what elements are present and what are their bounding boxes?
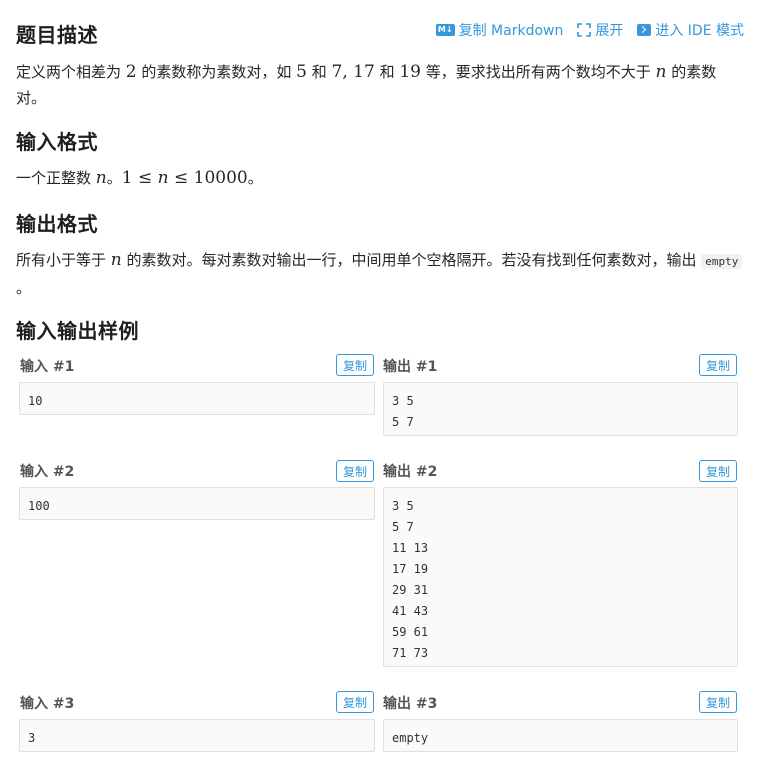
sample-output-box[interactable]: 3 5 5 7 [383, 382, 738, 436]
copy-markdown-label: 复制 Markdown [458, 23, 564, 39]
sample-output-box[interactable]: empty [383, 719, 738, 752]
copy-input-button[interactable]: 复制 [336, 691, 374, 713]
description-title: 题目描述 [16, 23, 98, 47]
terminal-icon [637, 24, 652, 36]
copy-output-button[interactable]: 复制 [699, 354, 737, 376]
copy-input-button[interactable]: 复制 [336, 354, 374, 376]
sample-output-label: 输出 #1 [383, 359, 438, 375]
sample-output-box[interactable]: 3 5 5 7 11 13 17 19 29 31 41 43 59 61 71… [383, 487, 738, 667]
copy-markdown-link[interactable]: M↓ 复制 Markdown [435, 20, 564, 40]
output-format-text: 所有小于等于 n 的素数对。每对素数对输出一行，中间用单个空格隔开。若没有找到任… [16, 247, 744, 301]
problem-page: M↓ 复制 Markdown 展开 进入 IDE 模式 题目描述 定义两个相差为… [0, 0, 760, 772]
markdown-icon: M↓ [435, 24, 455, 36]
sample-output-label: 输出 #2 [383, 464, 438, 480]
description-text: 定义两个相差为 2 的素数称为素数对，如 5 和 7, 17 和 19 等，要求… [16, 62, 717, 107]
copy-output-button[interactable]: 复制 [699, 691, 737, 713]
sample-input-label: 输入 #3 [20, 696, 75, 712]
input-format-text: 一个正整数 n。1 ≤ n ≤ 10000。 [16, 168, 263, 188]
sample-input-box[interactable]: 100 [19, 487, 375, 520]
sample-input-box[interactable]: 10 [19, 382, 375, 415]
sample-output-label: 输出 #3 [383, 696, 438, 712]
sample-input-label: 输入 #2 [20, 464, 75, 480]
sample-input-box[interactable]: 3 [19, 719, 375, 752]
ide-mode-label: 进入 IDE 模式 [655, 23, 744, 39]
input-format-title: 输入格式 [16, 130, 98, 154]
empty-code: empty [701, 254, 743, 269]
copy-input-button[interactable]: 复制 [336, 460, 374, 482]
expand-label: 展开 [595, 23, 624, 39]
sample-input-label: 输入 #1 [20, 359, 75, 375]
ide-mode-link[interactable]: 进入 IDE 模式 [637, 20, 744, 40]
copy-output-button[interactable]: 复制 [699, 460, 737, 482]
expand-link[interactable]: 展开 [577, 20, 623, 40]
problem-toolbar: M↓ 复制 Markdown 展开 进入 IDE 模式 [435, 20, 744, 40]
output-format-title: 输出格式 [16, 212, 98, 236]
expand-icon [577, 23, 592, 37]
samples-title: 输入输出样例 [16, 319, 139, 343]
